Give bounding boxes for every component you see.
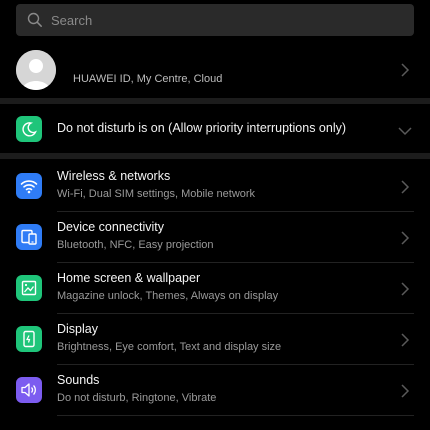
settings-page: Search HUAWEI ID, My Centre, Cloud Do no… xyxy=(0,0,430,430)
chevron-right-icon xyxy=(400,63,410,77)
setting-title: Sounds xyxy=(57,373,100,387)
section-divider xyxy=(0,98,430,104)
row-divider xyxy=(57,415,414,416)
setting-device-connectivity[interactable]: Device connectivity Bluetooth, NFC, Easy… xyxy=(0,212,430,263)
setting-title: Device connectivity xyxy=(57,220,164,234)
chevron-right-icon xyxy=(400,282,410,296)
moon-icon xyxy=(16,116,42,142)
setting-title: Display xyxy=(57,322,98,336)
chevron-right-icon xyxy=(400,384,410,398)
setting-subtitle: Magazine unlock, Themes, Always on displ… xyxy=(57,290,279,302)
wallpaper-icon xyxy=(16,275,42,301)
setting-home-screen-wallpaper[interactable]: Home screen & wallpaper Magazine unlock,… xyxy=(0,263,430,314)
chevron-right-icon xyxy=(400,180,410,194)
device-connectivity-icon xyxy=(16,224,42,250)
setting-subtitle: Do not disturb, Ringtone, Vibrate xyxy=(57,392,217,404)
setting-wireless-networks[interactable]: Wireless & networks Wi-Fi, Dual SIM sett… xyxy=(0,161,430,212)
setting-display[interactable]: Display Brightness, Eye comfort, Text an… xyxy=(0,314,430,365)
search-placeholder: Search xyxy=(51,12,93,28)
do-not-disturb-row[interactable]: Do not disturb is on (Allow priority int… xyxy=(0,108,430,150)
search-icon xyxy=(27,12,43,28)
setting-subtitle: Brightness, Eye comfort, Text and displa… xyxy=(57,341,282,353)
wifi-icon xyxy=(16,173,42,199)
setting-subtitle: Bluetooth, NFC, Easy projection xyxy=(57,239,214,251)
search-input[interactable]: Search xyxy=(16,4,414,36)
section-divider xyxy=(0,153,430,159)
account-subtitle: HUAWEI ID, My Centre, Cloud xyxy=(73,73,223,85)
chevron-right-icon xyxy=(400,231,410,245)
setting-sounds[interactable]: Sounds Do not disturb, Ringtone, Vibrate xyxy=(0,365,430,416)
setting-title: Wireless & networks xyxy=(57,169,171,183)
avatar xyxy=(16,50,56,90)
display-icon xyxy=(16,326,42,352)
do-not-disturb-label: Do not disturb is on (Allow priority int… xyxy=(57,121,347,135)
account-row[interactable]: HUAWEI ID, My Centre, Cloud xyxy=(0,44,430,96)
chevron-down-icon[interactable] xyxy=(398,123,412,136)
chevron-right-icon xyxy=(400,333,410,347)
setting-title: Home screen & wallpaper xyxy=(57,271,201,285)
setting-subtitle: Wi-Fi, Dual SIM settings, Mobile network xyxy=(57,188,256,200)
sound-icon xyxy=(16,377,42,403)
